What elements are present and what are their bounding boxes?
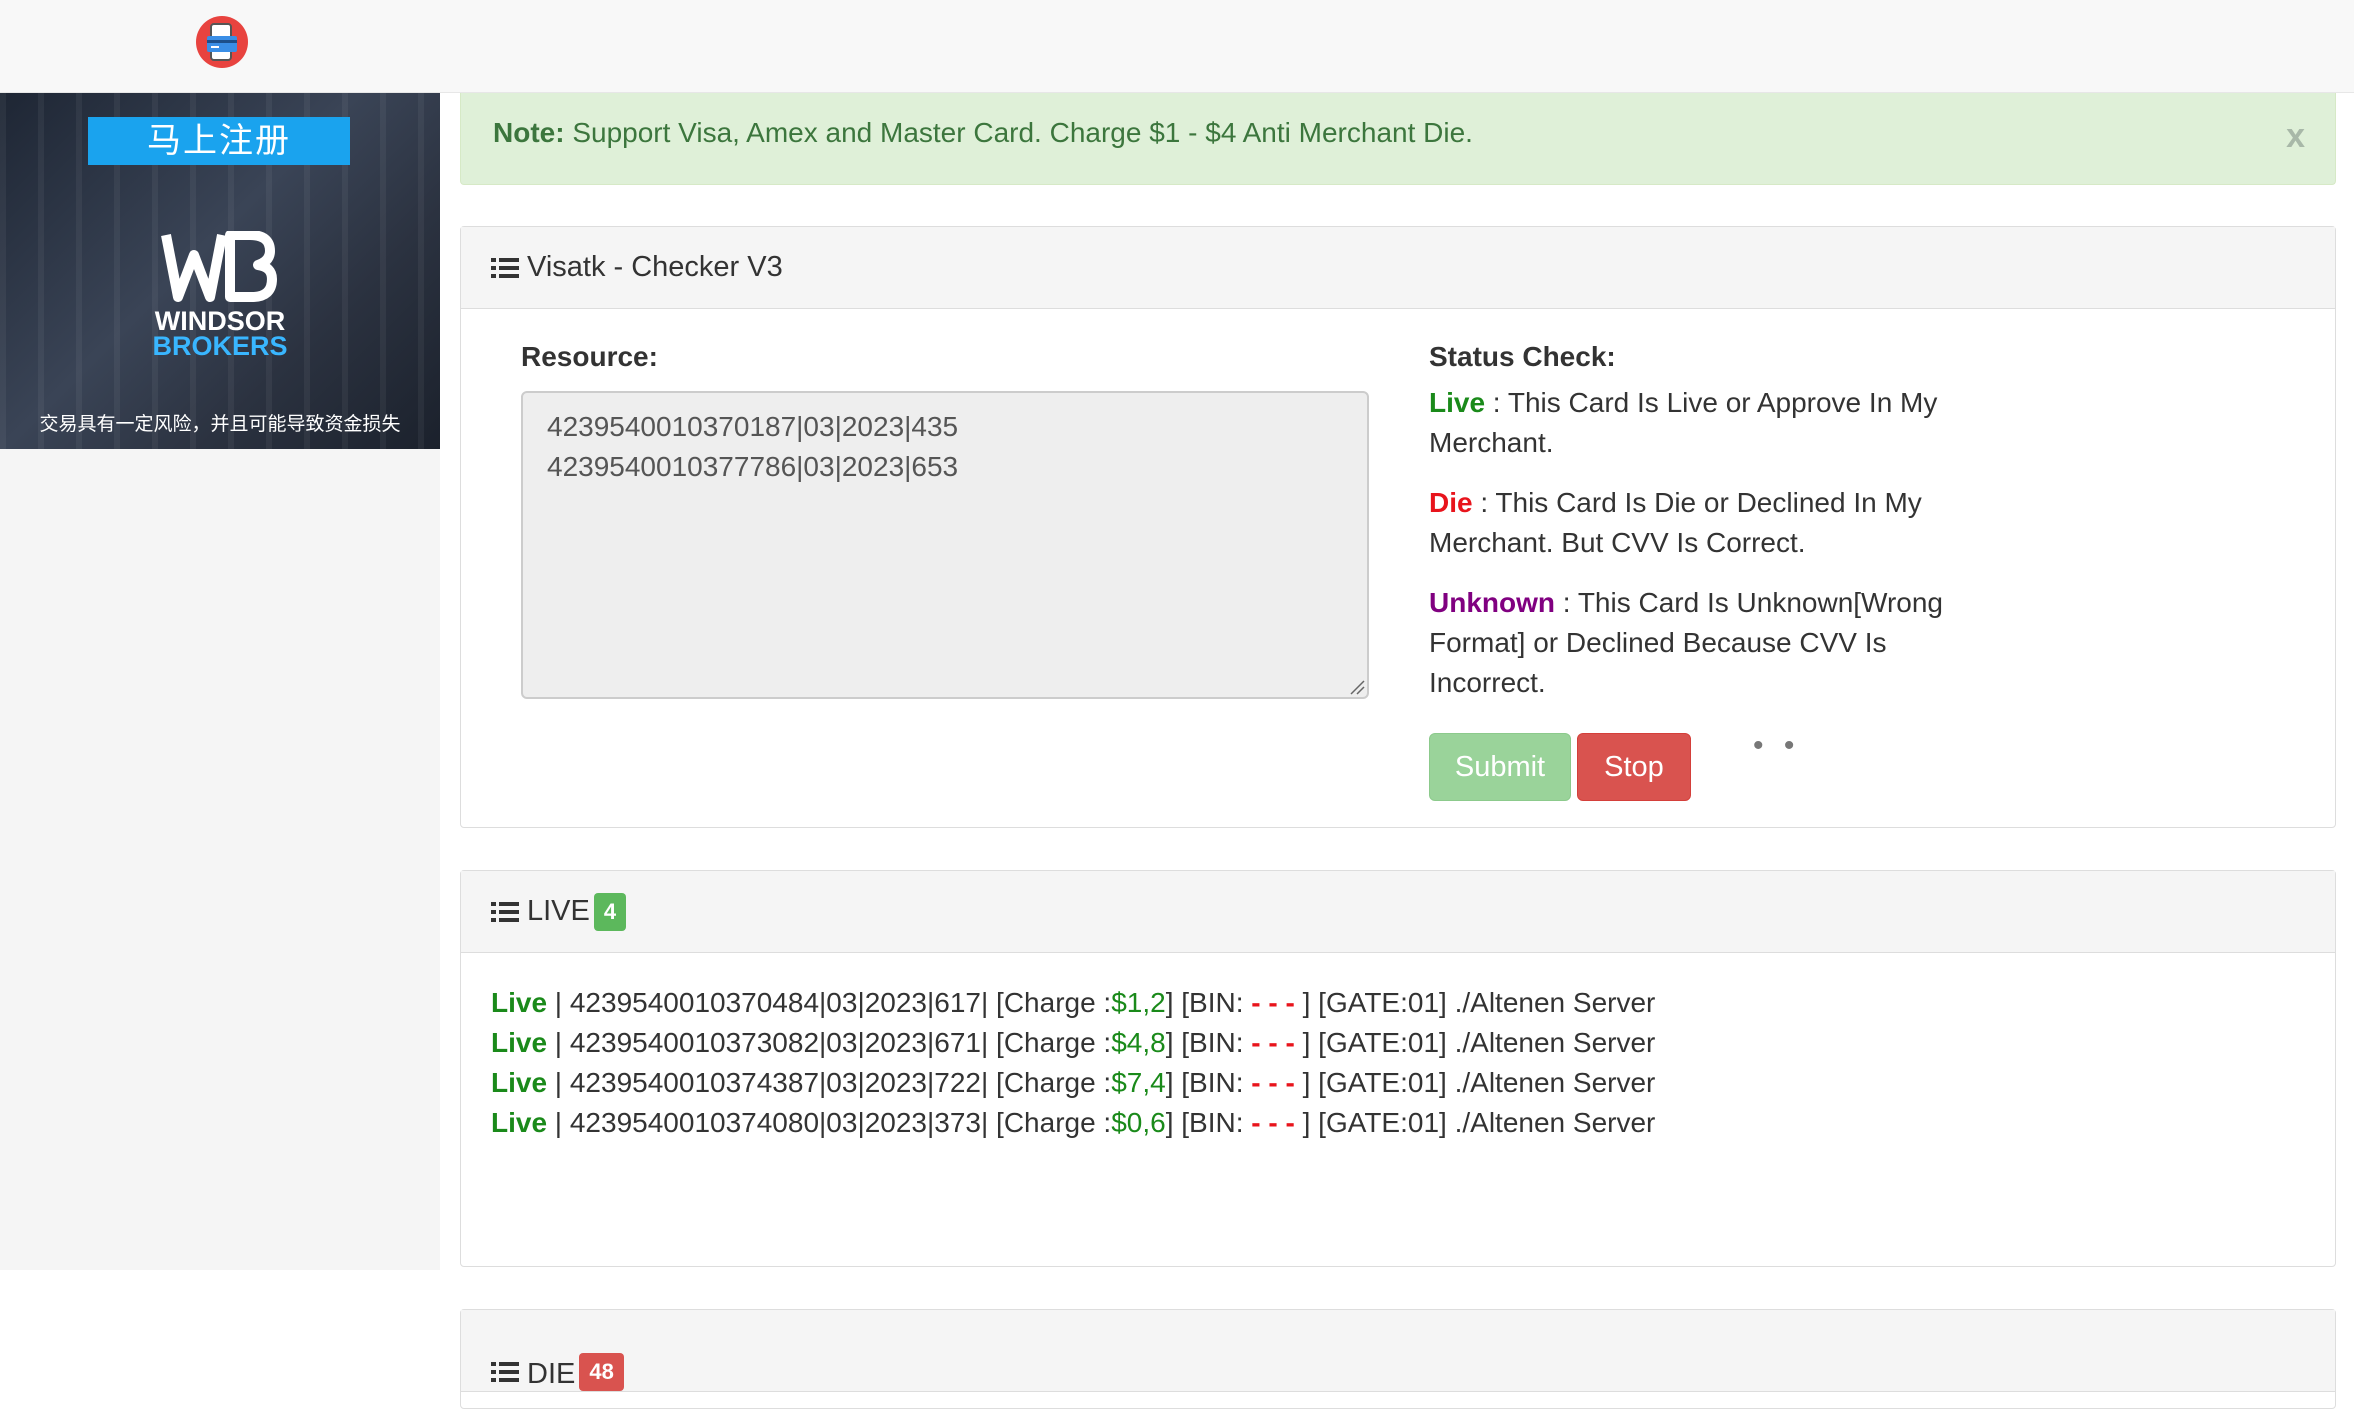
live-result-row: Live | 4239540010374080|03|2023|373| [Ch… — [491, 1103, 2335, 1143]
row-bin-prefix: ] [BIN: — [1165, 1107, 1252, 1138]
row-bin: - - - — [1251, 987, 1295, 1018]
sidebar: 马上注册 WINDSOR BROKERS 交易具有一定风险，并且可能导致资金损失 — [0, 93, 440, 1270]
status-die-description: Die : This Card Is Die or Declined In My… — [1429, 483, 1969, 563]
stop-button[interactable]: Stop — [1577, 733, 1691, 801]
die-count-badge: 48 — [579, 1353, 624, 1391]
resource-label: Resource: — [521, 341, 658, 372]
list-icon — [491, 1362, 519, 1382]
loading-indicator: • • — [1753, 729, 1801, 762]
row-card: | 4239540010374080|03|2023|373| [Charge … — [547, 1107, 1112, 1138]
list-icon — [491, 901, 519, 922]
status-live-word: Live — [1429, 387, 1486, 418]
row-bin-prefix: ] [BIN: — [1165, 1067, 1252, 1098]
row-card: | 4239540010374387|03|2023|722| [Charge … — [547, 1067, 1112, 1098]
status-die-word: Die — [1429, 487, 1473, 518]
live-result-row: Live | 4239540010374387|03|2023|722| [Ch… — [491, 1063, 2335, 1103]
row-card: | 4239540010370484|03|2023|617| [Charge … — [547, 987, 1112, 1018]
row-bin-prefix: ] [BIN: — [1165, 1027, 1252, 1058]
live-panel-heading: LIVE 4 — [461, 871, 2335, 953]
row-status: Live — [491, 1067, 548, 1098]
die-panel-heading: DIE 48 — [461, 1310, 2335, 1392]
live-results-panel: LIVE 4 Live | 4239540010370484|03|2023|6… — [460, 870, 2336, 1267]
live-count-badge: 4 — [593, 892, 627, 931]
row-bin-prefix: ] [BIN: — [1165, 987, 1252, 1018]
alert-close-button[interactable]: x — [2286, 117, 2305, 156]
status-check-label: Status Check: — [1429, 341, 1616, 372]
row-suffix: ] [GATE:01] ./Altenen Server — [1294, 1107, 1656, 1138]
checker-panel: Visatk - Checker V3 Resource: 4239540010… — [460, 226, 2336, 828]
row-status: Live — [491, 1027, 548, 1058]
ad-risk-disclaimer: 交易具有一定风险，并且可能导致资金损失 — [39, 413, 401, 435]
phone-card-logo-icon[interactable] — [196, 16, 248, 68]
row-suffix: ] [GATE:01] ./Altenen Server — [1294, 1027, 1656, 1058]
status-unknown-word: Unknown — [1429, 587, 1555, 618]
status-unknown-description: Unknown : This Card Is Unknown[Wrong For… — [1429, 583, 1969, 703]
register-button[interactable]: 马上注册 — [88, 117, 350, 165]
row-charge: $4,8 — [1111, 1027, 1166, 1058]
live-result-row: Live | 4239540010370484|03|2023|617| [Ch… — [491, 983, 2335, 1023]
resize-handle-icon[interactable] — [1349, 679, 1365, 695]
die-results-panel: DIE 48 — [460, 1309, 2336, 1409]
checker-title: Visatk - Checker V3 — [527, 251, 783, 283]
live-result-row: Live | 4239540010373082|03|2023|671| [Ch… — [491, 1023, 2335, 1063]
top-navbar — [0, 0, 2354, 93]
live-panel-title: LIVE — [527, 895, 590, 927]
row-bin: - - - — [1251, 1027, 1295, 1058]
status-die-text: : This Card Is Die or Declined In My Mer… — [1429, 487, 1922, 558]
row-charge: $0,6 — [1111, 1107, 1166, 1138]
die-panel-title: DIE — [527, 1358, 576, 1390]
windsor-brokers-logo-icon — [161, 231, 277, 302]
checker-panel-heading: Visatk - Checker V3 — [461, 227, 2335, 309]
row-status: Live — [491, 1107, 548, 1138]
row-suffix: ] [GATE:01] ./Altenen Server — [1294, 1067, 1656, 1098]
row-suffix: ] [GATE:01] ./Altenen Server — [1294, 987, 1656, 1018]
row-charge: $1,2 — [1111, 987, 1166, 1018]
alert-label: Note: — [493, 117, 565, 148]
resource-textarea[interactable]: 4239540010370187|03|2023|435 42395400103… — [521, 391, 1369, 699]
row-bin: - - - — [1251, 1107, 1295, 1138]
row-charge: $7,4 — [1111, 1067, 1166, 1098]
list-icon — [491, 257, 519, 278]
row-status: Live — [491, 987, 548, 1018]
row-card: | 4239540010373082|03|2023|671| [Charge … — [547, 1027, 1112, 1058]
alert-message: Support Visa, Amex and Master Card. Char… — [572, 117, 1473, 148]
windsor-brokers-ad[interactable]: 马上注册 WINDSOR BROKERS 交易具有一定风险，并且可能导致资金损失 — [0, 93, 440, 449]
row-bin: - - - — [1251, 1067, 1295, 1098]
note-alert: Note: Support Visa, Amex and Master Card… — [460, 93, 2336, 185]
live-results-list: Live | 4239540010370484|03|2023|617| [Ch… — [461, 953, 2335, 1143]
submit-button[interactable]: Submit — [1429, 733, 1571, 801]
status-live-description: Live : This Card Is Live or Approve In M… — [1429, 383, 1969, 463]
status-live-text: : This Card Is Live or Approve In My Mer… — [1429, 387, 1938, 458]
ad-brand-brokers: BROKERS — [152, 331, 288, 361]
